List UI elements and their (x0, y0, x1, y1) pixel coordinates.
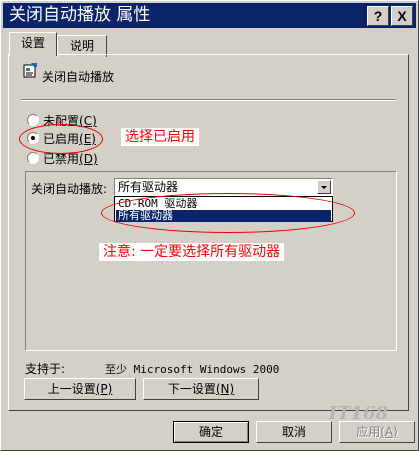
properties-window: 关闭自动播放 属性 ? X 设置 说明 关闭自动播放 未配置(C) 已启用(E)… (0, 0, 419, 451)
supported-label: 支持于: (25, 362, 66, 376)
previous-setting-button[interactable]: 上一设置(P) (24, 378, 136, 400)
help-button[interactable]: ? (367, 6, 389, 26)
tab-settings[interactable]: 设置 (9, 32, 57, 56)
drive-annotation-text: 注意: 一定要选择所有驱动器 (99, 243, 285, 261)
policy-name: 关闭自动播放 (42, 70, 115, 84)
policy-setting-icon (23, 63, 37, 78)
ok-button[interactable]: 确定 (173, 421, 249, 443)
radio-not-configured[interactable] (27, 114, 39, 126)
radio-disabled[interactable] (27, 152, 39, 164)
chevron-down-icon[interactable] (317, 180, 331, 194)
divider (21, 99, 396, 101)
drive-annotation-circle (101, 193, 355, 233)
cancel-button[interactable]: 取消 (256, 421, 332, 443)
enabled-annotation-text: 选择已启用 (121, 128, 199, 146)
next-setting-button[interactable]: 下一设置(N) (143, 378, 259, 400)
window-title: 关闭自动播放 属性 (9, 5, 151, 25)
apply-button[interactable]: 应用(A) (339, 421, 415, 443)
supported-value: 至少 Microsoft Windows 2000 (105, 363, 280, 376)
close-button[interactable]: X (391, 6, 413, 26)
select-value: 所有驱动器 (118, 180, 179, 194)
option-label: 关闭自动播放: (31, 182, 108, 196)
title-bar[interactable]: 关闭自动播放 属性 ? X (3, 3, 416, 28)
enabled-annotation-circle (19, 124, 103, 154)
